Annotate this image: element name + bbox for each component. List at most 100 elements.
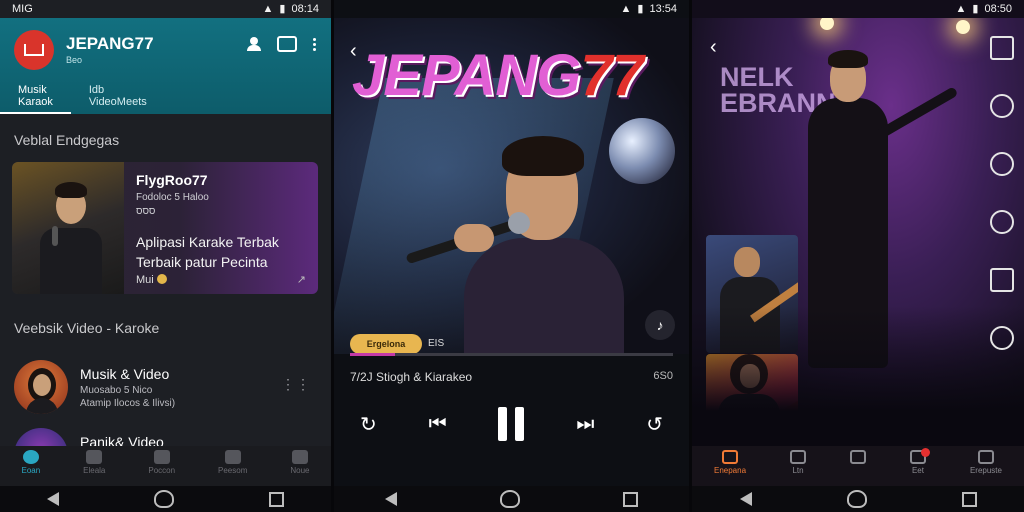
- more-options-icon[interactable]: ⋮⋮: [281, 376, 311, 393]
- next-icon[interactable]: ⏭: [576, 413, 594, 436]
- back-icon[interactable]: [47, 492, 60, 506]
- share-icon[interactable]: ↗: [297, 273, 306, 286]
- featured-description: Aplipasi Karake Terbak Terbaik patur Pec…: [136, 234, 279, 270]
- menu-icon[interactable]: [990, 36, 1014, 60]
- tab-musik-karaoke[interactable]: Musik Karaok: [0, 80, 71, 114]
- home-icon: [722, 450, 738, 464]
- nav-item-search[interactable]: Erepuste: [970, 450, 1002, 486]
- crowd-image: [692, 306, 1024, 456]
- app-header: JEPANG77 Beo Musik Karaok Idb VideoMeets: [0, 18, 331, 114]
- music-note-icon[interactable]: ♪: [645, 310, 675, 340]
- section-title-videos: Veebsik Video - Karoke: [14, 320, 160, 336]
- status-time: 08:50: [984, 3, 1012, 15]
- list-item[interactable]: Musik & Video Muosabo 5 Nico Atamip Iloc…: [0, 354, 331, 418]
- featured-card[interactable]: FlygRoo77 Fodoloc 5 Haloo ססס Aplipasi K…: [12, 162, 318, 294]
- featured-title: FlygRoo77: [136, 172, 208, 188]
- system-nav-bar: [692, 486, 1024, 512]
- app-title: JEPANG77: [66, 34, 154, 53]
- recents-icon[interactable]: [622, 491, 638, 507]
- nav-item-chat[interactable]: Eet: [909, 448, 930, 486]
- nav-item-library[interactable]: Eleala: [83, 450, 105, 475]
- battery-icon: ▮: [279, 3, 286, 15]
- section-title-featured: Veblal Endgegas: [14, 132, 120, 148]
- screen-live: ▲ ▮ 08:50 NELK EBRANN ‹ Enepana Ltn Eet …: [692, 0, 1024, 512]
- coin-icon: [156, 274, 167, 284]
- nav-item-book[interactable]: [849, 450, 866, 486]
- back-icon[interactable]: ‹: [710, 36, 717, 59]
- notification-dot: [920, 448, 930, 457]
- back-icon[interactable]: [739, 492, 752, 506]
- library-icon: [86, 450, 103, 464]
- status-left: MIG: [12, 3, 33, 15]
- bottom-nav: Enepana Ltn Eet Erepuste: [692, 446, 1024, 486]
- star-icon: [153, 450, 170, 464]
- battery-icon: ▮: [637, 3, 644, 15]
- track-title: 7/2J Stiogh & Kiarakeo: [350, 370, 473, 384]
- search-icon: [224, 450, 241, 464]
- star-icon: [790, 450, 806, 464]
- recents-icon[interactable]: [961, 491, 977, 507]
- battery-icon: ▮: [972, 3, 979, 15]
- shield-icon[interactable]: [990, 94, 1014, 118]
- progress-bar[interactable]: [350, 353, 673, 356]
- repeat-icon[interactable]: ↻: [360, 412, 377, 437]
- back-icon[interactable]: ‹: [350, 40, 357, 63]
- search-icon: [977, 450, 994, 464]
- nav-item-star[interactable]: Ltn: [790, 450, 806, 486]
- list-item-subtitle: Muosabo 5 Nico Atamip Ilocos & Ilivsi): [80, 385, 176, 409]
- status-bar: ▲ ▮ 13:54: [334, 0, 689, 18]
- nav-item-profile[interactable]: Noue: [290, 450, 309, 475]
- app-subtitle: Beo: [66, 55, 83, 65]
- recents-icon[interactable]: [268, 491, 284, 507]
- status-badge: Ergelona: [350, 334, 422, 354]
- progress-fill: [350, 353, 396, 356]
- brand-logo: JEPANG77: [352, 43, 644, 108]
- nav-item-home[interactable]: Enepana: [714, 450, 746, 486]
- featured-image: [12, 162, 124, 294]
- hero-image: JEPANG77 ‹ Ergelona EIS ♪: [334, 18, 689, 354]
- shuffle-icon[interactable]: ↺: [646, 412, 663, 437]
- bottom-nav: Eoan Eleala Poccon Peesom Noue: [0, 446, 331, 486]
- tab-bar: Musik Karaok Idb VideoMeets: [0, 80, 331, 114]
- home-button-icon[interactable]: [846, 490, 867, 508]
- wifi-icon: ▲: [955, 3, 967, 15]
- record-icon[interactable]: [990, 326, 1014, 350]
- status-time: 08:14: [291, 3, 319, 15]
- book-icon: [849, 450, 866, 464]
- profile-icon[interactable]: [247, 37, 261, 51]
- edit-icon[interactable]: [990, 268, 1014, 292]
- home-button-icon[interactable]: [499, 490, 520, 508]
- status-time: 13:54: [649, 3, 677, 15]
- nav-item-explore[interactable]: Poccon: [148, 450, 175, 475]
- featured-meta: Mui: [136, 274, 167, 286]
- timer-icon[interactable]: [990, 210, 1014, 234]
- status-bar: ▲ ▮ 08:50: [692, 0, 1024, 18]
- screen-home: MIG ▲ ▮ 08:14 JEPANG77 Beo Musik Karaok Id…: [0, 0, 331, 512]
- basket-icon: [291, 450, 308, 464]
- home-icon: [22, 450, 39, 464]
- singer-image: [404, 128, 664, 354]
- system-nav-bar: [334, 486, 689, 512]
- more-options-icon[interactable]: [313, 37, 317, 51]
- stage-image: NELK EBRANN ‹: [692, 18, 1024, 456]
- player-controls: ↻ ⏮ ⏭ ↺: [334, 404, 689, 444]
- previous-icon[interactable]: ⏮: [429, 413, 447, 436]
- cast-icon[interactable]: [277, 36, 297, 52]
- status-bar: MIG ▲ ▮ 08:14: [0, 0, 331, 18]
- wifi-icon: ▲: [262, 3, 274, 15]
- side-actions: [990, 36, 1014, 350]
- screen-player: ▲ ▮ 13:54 JEPANG77 ‹ Ergelona EIS ♪ 7/2J S…: [334, 0, 689, 512]
- home-button-icon[interactable]: [153, 490, 174, 508]
- clock-icon[interactable]: [990, 152, 1014, 176]
- back-icon[interactable]: [385, 492, 398, 506]
- tab-video-meets[interactable]: Idb VideoMeets: [71, 80, 165, 114]
- featured-subtitle: Fodoloc 5 Haloo: [136, 192, 209, 203]
- nav-item-search[interactable]: Peesom: [218, 450, 247, 475]
- badge-code: EIS: [428, 338, 445, 349]
- pause-button[interactable]: [498, 407, 525, 441]
- featured-subtitle-2: ססס: [136, 206, 156, 217]
- track-time: 6S0: [653, 370, 673, 382]
- wifi-icon: ▲: [620, 3, 632, 15]
- system-nav-bar: [0, 486, 331, 512]
- nav-item-home[interactable]: Eoan: [21, 450, 40, 475]
